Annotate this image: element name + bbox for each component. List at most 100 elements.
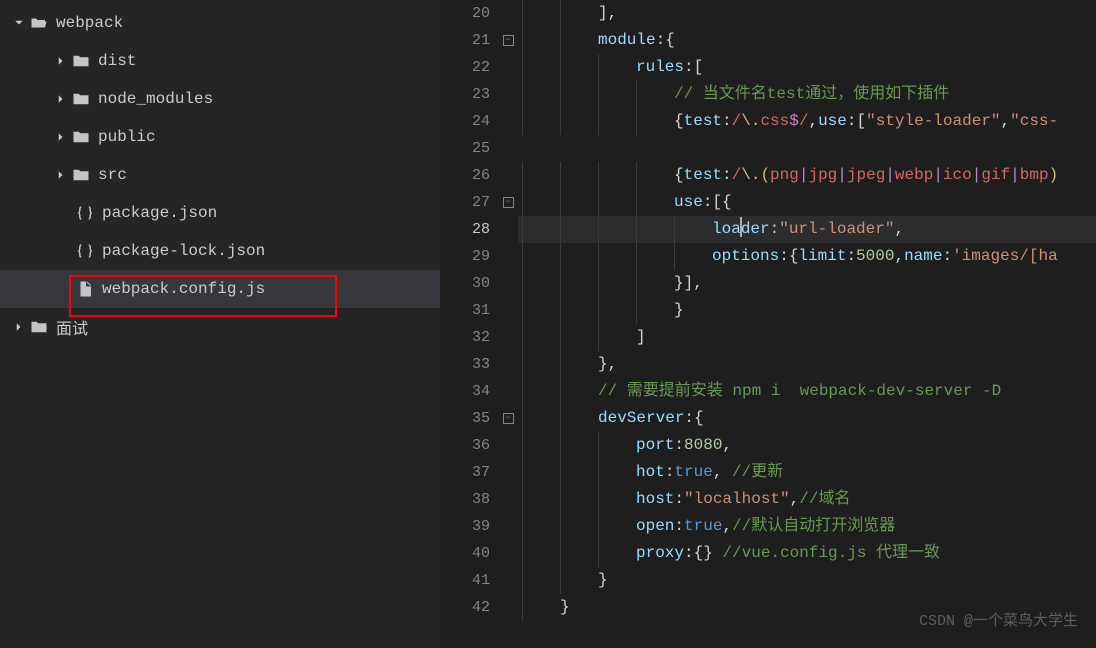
code-line[interactable]: host:"localhost",//域名 [518, 486, 1096, 513]
chevron-down-icon [10, 17, 28, 29]
chevron-right-icon [52, 169, 70, 181]
tree-folder[interactable]: src [0, 156, 440, 194]
fold-cell[interactable]: − [498, 189, 518, 216]
code-line[interactable]: use:[{ [518, 189, 1096, 216]
line-number[interactable]: 39 [440, 513, 490, 540]
tree-folder[interactable]: public [0, 118, 440, 156]
line-number[interactable]: 21 [440, 27, 490, 54]
line-number[interactable]: 36 [440, 432, 490, 459]
fold-cell[interactable] [498, 297, 518, 324]
code-line[interactable]: {test:/\.css$/,use:["style-loader","css- [518, 108, 1096, 135]
fold-cell[interactable] [498, 378, 518, 405]
text-cursor [740, 217, 742, 237]
code-line[interactable]: rules:[ [518, 54, 1096, 81]
line-number[interactable]: 38 [440, 486, 490, 513]
fold-cell[interactable] [498, 459, 518, 486]
line-number[interactable]: 22 [440, 54, 490, 81]
tree-folder-root[interactable]: webpack [0, 4, 440, 42]
line-number[interactable]: 41 [440, 567, 490, 594]
fold-column[interactable]: − − − [498, 0, 518, 648]
fold-cell[interactable] [498, 567, 518, 594]
folder-icon [70, 128, 92, 146]
fold-toggle-icon[interactable]: − [503, 197, 514, 208]
fold-toggle-icon[interactable]: − [503, 413, 514, 424]
fold-cell[interactable] [498, 0, 518, 27]
folder-icon [70, 90, 92, 108]
code-line[interactable]: hot:true, //更新 [518, 459, 1096, 486]
fold-cell[interactable] [498, 432, 518, 459]
code-line[interactable]: ], [518, 0, 1096, 27]
fold-cell[interactable]: − [498, 405, 518, 432]
fold-cell[interactable] [498, 594, 518, 621]
tree-label: 面试 [56, 315, 440, 339]
file-explorer[interactable]: webpack dist node_modulespublic src package… [0, 0, 440, 648]
code-line[interactable]: open:true,//默认自动打开浏览器 [518, 513, 1096, 540]
code-content[interactable]: ],module:{rules:[// 当文件名test通过，使用如下插件{te… [518, 0, 1096, 648]
line-number[interactable]: 32 [440, 324, 490, 351]
fold-cell[interactable] [498, 162, 518, 189]
code-line[interactable]: }], [518, 270, 1096, 297]
tree-label: package-lock.json [102, 242, 440, 260]
fold-cell[interactable] [498, 81, 518, 108]
line-number[interactable]: 26 [440, 162, 490, 189]
code-line[interactable]: }, [518, 351, 1096, 378]
fold-cell[interactable] [498, 243, 518, 270]
tree-file[interactable]: webpack.config.js [0, 270, 440, 308]
line-number[interactable]: 23 [440, 81, 490, 108]
code-line[interactable] [518, 135, 1096, 162]
tree-label: node_modules [98, 90, 440, 108]
fold-cell[interactable] [498, 540, 518, 567]
line-number[interactable]: 42 [440, 594, 490, 621]
fold-cell[interactable] [498, 54, 518, 81]
line-number[interactable]: 37 [440, 459, 490, 486]
code-line[interactable]: } [518, 297, 1096, 324]
fold-cell[interactable] [498, 135, 518, 162]
tree-folder[interactable]: node_modules [0, 80, 440, 118]
code-line[interactable]: proxy:{} //vue.config.js 代理一致 [518, 540, 1096, 567]
tree-label: src [98, 166, 440, 184]
tree-file[interactable]: package.json [0, 194, 440, 232]
fold-cell[interactable] [498, 216, 518, 243]
code-line[interactable]: options:{limit:5000,name:'images/[ha [518, 243, 1096, 270]
line-number[interactable]: 33 [440, 351, 490, 378]
tree-label: public [98, 128, 440, 146]
line-number[interactable]: 30 [440, 270, 490, 297]
code-line[interactable]: // 当文件名test通过，使用如下插件 [518, 81, 1096, 108]
line-number[interactable]: 31 [440, 297, 490, 324]
fold-cell[interactable] [498, 513, 518, 540]
line-number[interactable]: 20 [440, 0, 490, 27]
code-line[interactable]: module:{ [518, 27, 1096, 54]
chevron-right-icon [52, 93, 70, 105]
code-line[interactable]: // 需要提前安装 npm i webpack-dev-server -D [518, 378, 1096, 405]
line-number[interactable]: 35 [440, 405, 490, 432]
fold-toggle-icon[interactable]: − [503, 35, 514, 46]
line-number[interactable]: 29 [440, 243, 490, 270]
js-file-icon [74, 280, 96, 298]
tree-label: webpack [56, 14, 440, 32]
line-number[interactable]: 40 [440, 540, 490, 567]
fold-cell[interactable] [498, 486, 518, 513]
code-line[interactable]: {test:/\.(png|jpg|jpeg|webp|ico|gif|bmp) [518, 162, 1096, 189]
fold-cell[interactable] [498, 108, 518, 135]
tree-folder[interactable]: dist [0, 42, 440, 80]
line-number-gutter[interactable]: 2021222324252627282930313233343536373839… [440, 0, 498, 648]
code-line[interactable]: loader:"url-loader", [518, 216, 1096, 243]
json-file-icon [74, 204, 96, 222]
line-number[interactable]: 27 [440, 189, 490, 216]
line-number[interactable]: 25 [440, 135, 490, 162]
tree-file[interactable]: package-lock.json [0, 232, 440, 270]
code-line[interactable]: } [518, 594, 1096, 621]
line-number[interactable]: 34 [440, 378, 490, 405]
tree-folder-sibling[interactable]: 面试 [0, 308, 440, 346]
fold-cell[interactable] [498, 270, 518, 297]
code-line[interactable]: port:8080, [518, 432, 1096, 459]
line-number[interactable]: 24 [440, 108, 490, 135]
code-line[interactable]: } [518, 567, 1096, 594]
fold-cell[interactable]: − [498, 27, 518, 54]
code-line[interactable]: ] [518, 324, 1096, 351]
fold-cell[interactable] [498, 324, 518, 351]
fold-cell[interactable] [498, 351, 518, 378]
code-editor[interactable]: 2021222324252627282930313233343536373839… [440, 0, 1096, 648]
line-number[interactable]: 28 [440, 216, 490, 243]
code-line[interactable]: devServer:{ [518, 405, 1096, 432]
